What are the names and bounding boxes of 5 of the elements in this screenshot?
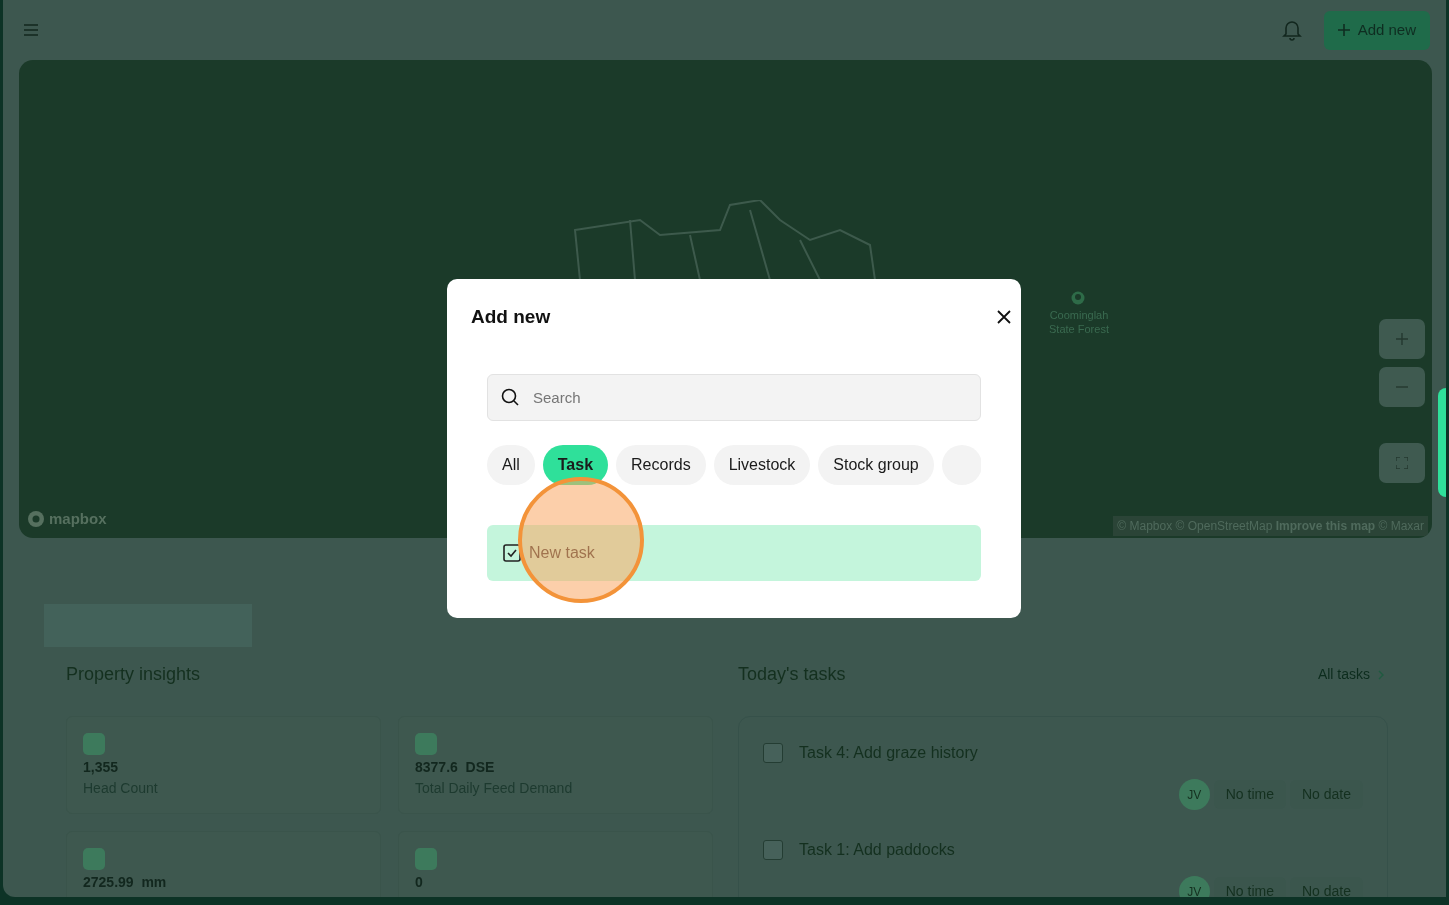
assignee-avatar: JV [1178,779,1210,810]
assignee-avatar: JV [1178,876,1210,897]
map-logo-text: mapbox [49,508,107,529]
result-label: New task [529,542,595,563]
dialog-title: Add new [471,305,551,329]
